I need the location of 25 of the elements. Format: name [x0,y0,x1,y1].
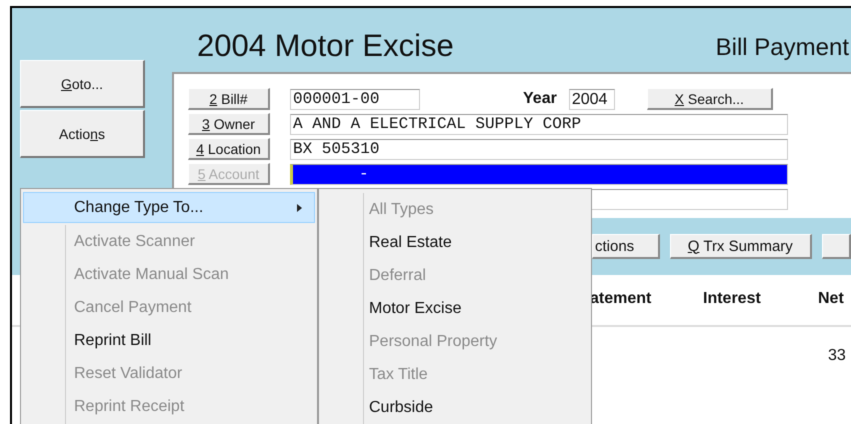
menu-item[interactable]: Real Estate [369,226,591,259]
bill-number-field[interactable]: 000001-00 [290,88,420,110]
column-header: Net [818,290,844,308]
menu-item[interactable]: Reprint Bill [23,324,315,357]
form-title: 2004 Motor Excise [197,28,454,64]
column-header: Interest [703,290,761,308]
field-label-button[interactable]: 4 Location [188,138,270,160]
menu-item[interactable]: Change Type To... [23,192,315,223]
field-label-button[interactable]: 3 Owner [188,113,270,135]
field-label-button[interactable]: 2 Bill# [188,88,270,110]
side-button[interactable]: Actions [20,110,145,158]
year-field[interactable]: 2004 [568,88,615,110]
toolbar-button[interactable]: ctions [592,234,660,259]
menu-item[interactable]: Curbside [369,391,591,424]
menu-item[interactable]: Motor Excise [369,292,591,325]
toolbar-button[interactable] [822,234,851,259]
side-button[interactable]: Goto... [20,60,145,108]
search-button[interactable]: X Search... [646,88,773,110]
column-header: atement [590,290,652,308]
toolbar-button[interactable]: Q Trx Summary [670,234,812,259]
table-cell: 33 [828,347,846,365]
text-field[interactable]: BX 505310 [290,138,788,160]
text-field[interactable]: A AND A ELECTRICAL SUPPLY CORP [290,114,788,134]
year-label: Year [523,90,557,108]
form-subtitle: Bill Payment [716,34,849,62]
